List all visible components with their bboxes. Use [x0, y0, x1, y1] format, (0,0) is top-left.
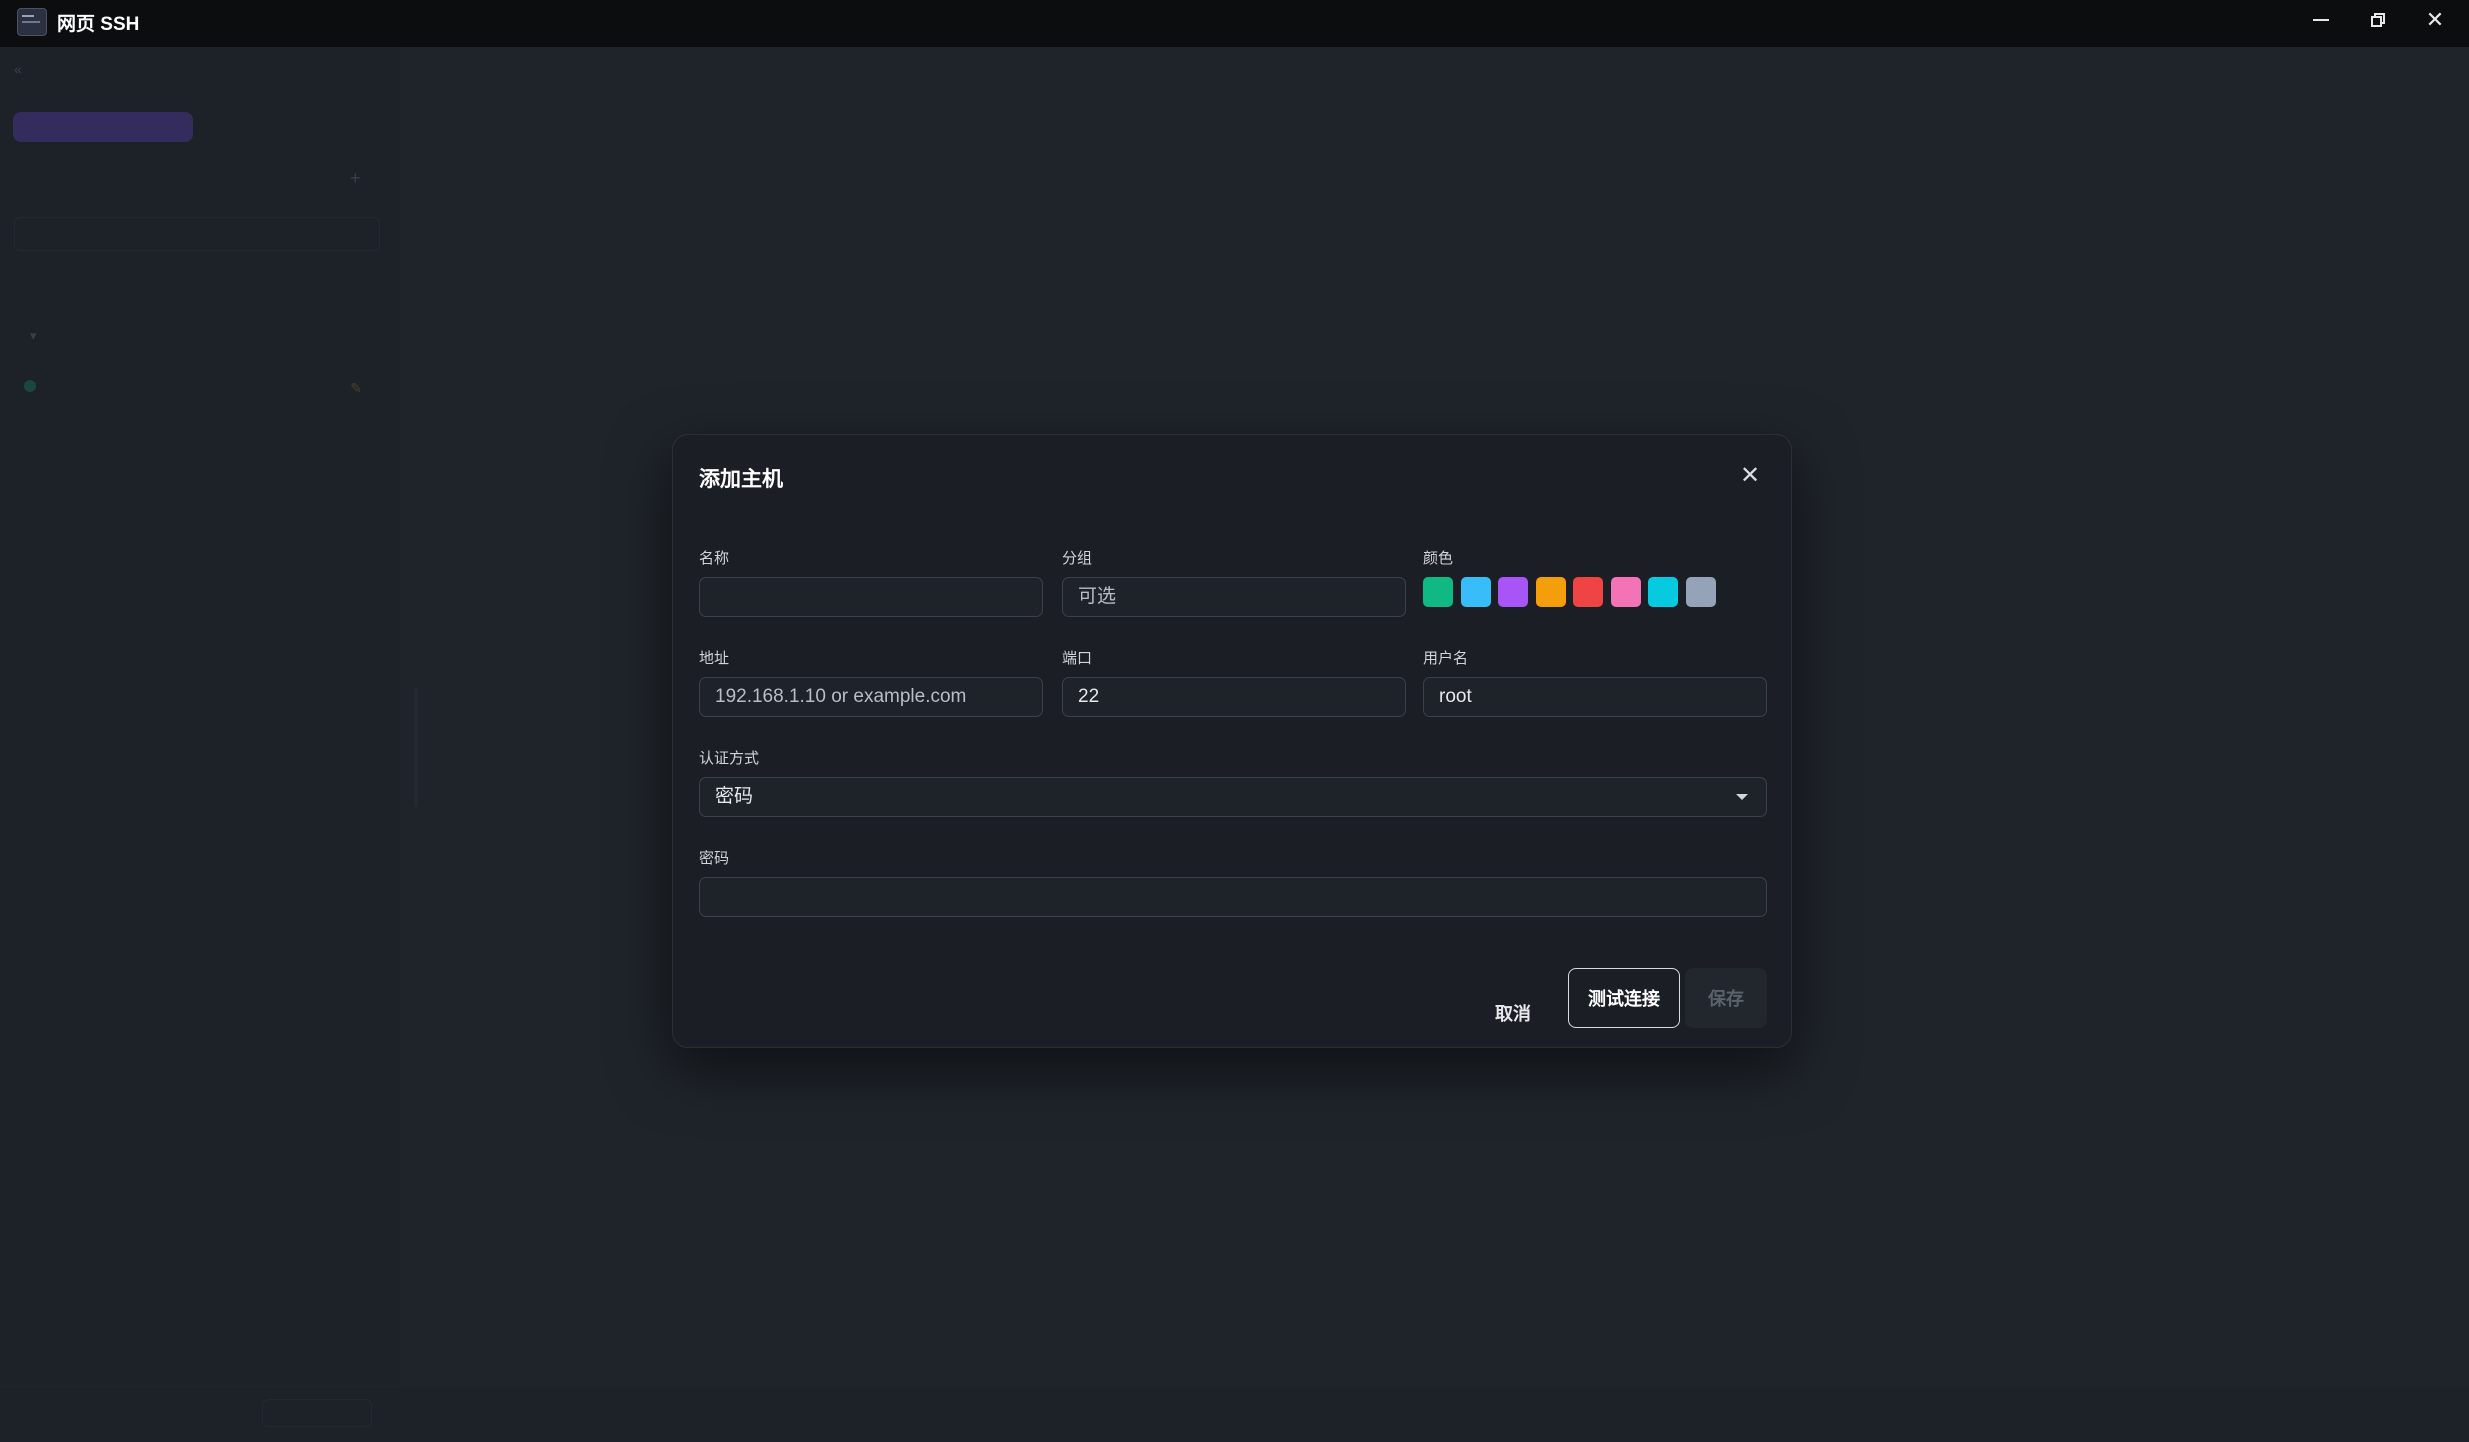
minimize-icon	[2313, 19, 2329, 21]
save-button[interactable]: 保存	[1685, 968, 1767, 1028]
add-host-dialog: 添加主机 ✕ 名称 分组 可选 颜色 地址 192.168.1.10 or ex…	[672, 434, 1792, 1048]
address-label: 地址	[699, 650, 730, 667]
color-swatch[interactable]	[1648, 577, 1678, 607]
color-swatch[interactable]	[1423, 577, 1453, 607]
close-icon: ✕	[1739, 461, 1761, 489]
group-placeholder: 可选	[1078, 586, 1117, 607]
name-input[interactable]	[699, 577, 1043, 617]
chevron-down-icon	[1736, 794, 1748, 800]
app-terminal-icon	[17, 8, 47, 36]
color-swatch[interactable]	[1535, 577, 1566, 607]
minimize-button[interactable]	[2293, 0, 2349, 40]
address-placeholder: 192.168.1.10 or example.com	[715, 686, 967, 707]
window-close-button[interactable]: ✕	[2407, 0, 2463, 40]
color-swatch[interactable]	[1573, 577, 1603, 607]
color-swatch[interactable]	[1685, 577, 1716, 607]
restore-icon	[2371, 13, 2385, 27]
username-label: 用户名	[1423, 650, 1469, 667]
username-value: root	[1439, 686, 1472, 707]
password-label: 密码	[699, 850, 730, 867]
dialog-title: 添加主机	[699, 468, 783, 491]
port-value: 22	[1078, 686, 1100, 707]
auth-method-select[interactable]: 密码	[699, 777, 1767, 817]
app-title: 网页 SSH	[57, 14, 140, 35]
color-label: 颜色	[1423, 550, 1454, 567]
color-swatch[interactable]	[1610, 577, 1641, 607]
dialog-close-button[interactable]: ✕	[1732, 457, 1768, 493]
name-label: 名称	[699, 550, 730, 567]
color-swatch[interactable]	[1498, 577, 1528, 607]
group-label: 分组	[1062, 550, 1093, 567]
title-bar: 网页 SSH ✕	[0, 0, 2469, 47]
password-input[interactable]	[699, 877, 1767, 917]
close-icon: ✕	[2425, 7, 2445, 32]
username-input[interactable]: root	[1423, 677, 1767, 717]
auth-method-label: 认证方式	[699, 750, 760, 767]
port-input[interactable]: 22	[1062, 677, 1406, 717]
port-label: 端口	[1062, 650, 1093, 667]
auth-method-value: 密码	[715, 786, 754, 807]
address-input[interactable]: 192.168.1.10 or example.com	[699, 677, 1043, 717]
cancel-button[interactable]: 取消	[1483, 995, 1543, 1031]
color-swatch[interactable]	[1460, 577, 1491, 607]
restore-button[interactable]	[2350, 0, 2406, 40]
test-connection-button[interactable]: 测试连接	[1568, 968, 1680, 1028]
group-input[interactable]: 可选	[1062, 577, 1406, 617]
